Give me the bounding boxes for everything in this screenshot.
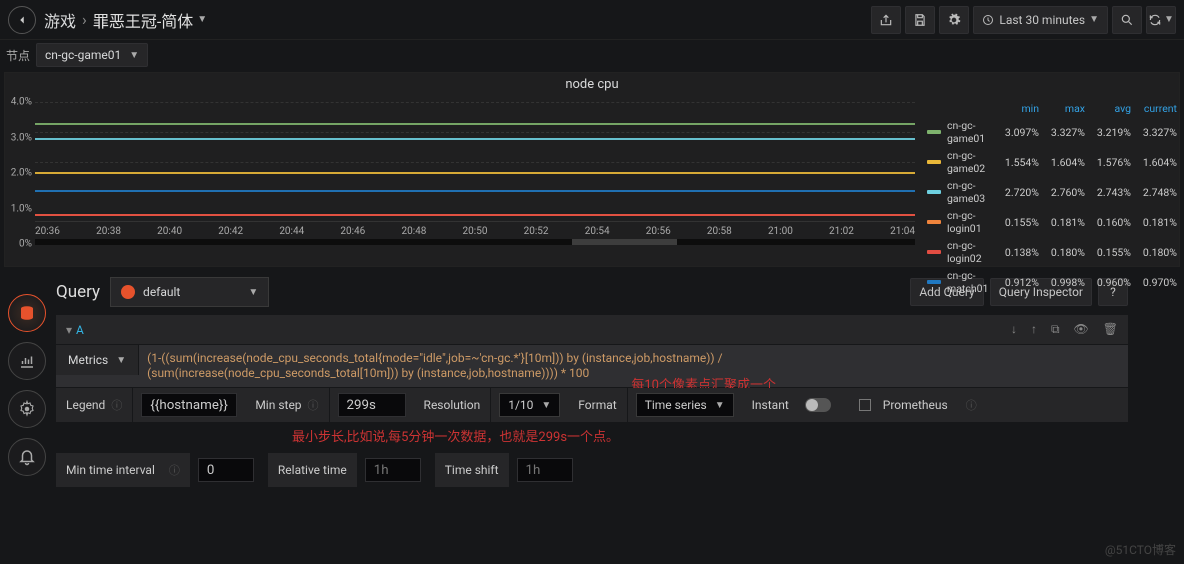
scrollbar-thumb[interactable]: [572, 239, 678, 245]
info-icon: ⓘ: [169, 462, 180, 478]
prometheus-icon: [121, 285, 135, 299]
share-icon: [879, 13, 893, 27]
min-time-interval-input[interactable]: [198, 458, 254, 482]
chart-legend: minmaxavgcurrent cn-gc-game013.097%3.327…: [915, 96, 1179, 266]
chevron-right-icon: ›: [82, 10, 87, 29]
refresh-icon: [1148, 13, 1162, 27]
save-icon: [913, 13, 927, 27]
min-time-interval-label: Min time intervalⓘ: [56, 453, 190, 487]
chevron-down-icon: ▼: [116, 355, 126, 366]
legend-row[interactable]: cn-gc-login010.155%0.181%0.160%0.181%: [927, 207, 1177, 237]
legend-header: minmaxavgcurrent: [927, 100, 1177, 117]
annotation-minstep: 最小步长,比如说,每5分钟一次数据，也就是299s一个点。: [292, 426, 1128, 445]
query-options-row: Legendⓘ Min stepⓘ Resolution 1/10▼ Forma…: [56, 388, 1128, 422]
resolution-label: Resolution: [414, 388, 492, 422]
instant-toggle[interactable]: [805, 398, 831, 412]
format-select[interactable]: Time series▼: [636, 393, 734, 417]
gear-icon: [947, 13, 961, 27]
delete-icon[interactable]: 🗑: [1103, 322, 1118, 337]
info-icon: ⓘ: [308, 397, 319, 413]
minstep-label: Min stepⓘ: [245, 388, 329, 422]
query-row-label: A: [76, 323, 84, 337]
metrics-button[interactable]: Metrics ▼: [56, 345, 139, 375]
prometheus-link[interactable]: Prometheus: [849, 388, 958, 422]
breadcrumb-root[interactable]: 游戏: [44, 8, 76, 32]
chart-icon: [18, 352, 36, 370]
gear-icon: [18, 400, 36, 418]
info-icon: ⓘ: [111, 397, 122, 413]
chevron-down-icon: ▾: [66, 323, 72, 337]
relative-time-input[interactable]: [365, 458, 421, 482]
legend-row[interactable]: cn-gc-game021.554%1.604%1.576%1.604%: [927, 147, 1177, 177]
panel-node-cpu: node cpu 4.0%3.0%2.0%1.0%0% 20:3620:3820…: [4, 72, 1180, 267]
chevron-down-icon: ▼: [1164, 14, 1174, 25]
info-icon[interactable]: ⓘ: [966, 397, 977, 413]
legend-row[interactable]: cn-gc-game032.720%2.760%2.743%2.748%: [927, 177, 1177, 207]
legend-label: Legendⓘ: [56, 388, 133, 422]
chart-grid: [35, 102, 915, 222]
rail-queries-button[interactable]: [8, 294, 46, 332]
chevron-down-icon: ▼: [1089, 14, 1099, 25]
page-title[interactable]: 罪恶王冠-简体: [93, 8, 193, 32]
query-editor: Query default ▼ Add Query Query Inspecto…: [56, 277, 1128, 487]
legend-row[interactable]: cn-gc-match010.912%0.998%0.960%0.970%: [927, 267, 1177, 297]
chart-plot[interactable]: 4.0%3.0%2.0%1.0%0% 20:3620:3820:4020:422…: [5, 96, 915, 266]
y-axis: 4.0%3.0%2.0%1.0%0%: [5, 102, 35, 244]
move-up-icon[interactable]: ↑: [1031, 322, 1037, 337]
relative-time-label: Relative time: [268, 453, 357, 487]
save-button[interactable]: [905, 6, 935, 34]
move-down-icon[interactable]: ↓: [1011, 322, 1017, 337]
time-shift-label: Time shift: [435, 453, 509, 487]
time-picker-label: Last 30 minutes: [999, 13, 1085, 27]
toggle-visibility-icon[interactable]: 👁: [1074, 322, 1089, 337]
legend-input[interactable]: [141, 393, 237, 417]
query-time-options: Min time intervalⓘ Relative time Time sh…: [56, 453, 1128, 487]
metrics-label: Metrics: [68, 353, 108, 367]
settings-button[interactable]: [939, 6, 969, 34]
chevron-down-icon: ▼: [129, 50, 139, 61]
var-node-picker[interactable]: cn-gc-game01 ▼: [36, 43, 148, 67]
legend-row[interactable]: cn-gc-game013.097%3.327%3.219%3.327%: [927, 117, 1177, 147]
back-button[interactable]: [8, 6, 36, 34]
rail-alert-button[interactable]: [8, 438, 46, 476]
rail-general-button[interactable]: [8, 390, 46, 428]
minstep-input[interactable]: [338, 393, 406, 417]
share-button[interactable]: [871, 6, 901, 34]
format-label: Format: [568, 388, 627, 422]
database-icon: [18, 304, 36, 322]
editor-side-rail: [8, 294, 46, 476]
var-node-value: cn-gc-game01: [45, 48, 121, 62]
external-link-icon: [859, 399, 871, 411]
time-shift-input[interactable]: [517, 458, 573, 482]
rail-visualization-button[interactable]: [8, 342, 46, 380]
time-picker[interactable]: Last 30 minutes ▼: [973, 6, 1108, 34]
watermark: @51CTO博客: [1105, 541, 1176, 558]
instant-label: Instant: [742, 388, 799, 422]
query-title: Query: [56, 282, 100, 302]
chevron-down-icon[interactable]: ▼: [197, 14, 207, 25]
datasource-name: default: [143, 285, 180, 299]
arrow-left-icon: [15, 13, 29, 27]
clock-icon: [982, 14, 994, 26]
zoom-out-button[interactable]: [1112, 6, 1142, 34]
metrics-row: Metrics ▼ (1-((sum(increase(node_cpu_sec…: [56, 345, 1128, 388]
var-label: 节点: [6, 47, 30, 64]
top-bar: 游戏 › 罪恶王冠-简体 ▼ Last 30 minutes ▼ ▼: [0, 0, 1184, 40]
datasource-picker[interactable]: default ▼: [110, 277, 269, 307]
resolution-select[interactable]: 1/10▼: [499, 393, 560, 417]
panel-title[interactable]: node cpu: [5, 73, 1179, 96]
duplicate-icon[interactable]: ⧉: [1051, 322, 1060, 337]
search-icon: [1120, 13, 1134, 27]
breadcrumb: 游戏 › 罪恶王冠-简体 ▼: [44, 8, 207, 32]
query-row-header[interactable]: ▾ A ↓ ↑ ⧉ 👁 🗑: [56, 315, 1128, 345]
refresh-button[interactable]: ▼: [1146, 6, 1176, 34]
legend-row[interactable]: cn-gc-login020.138%0.180%0.155%0.180%: [927, 237, 1177, 267]
variable-bar: 节点 cn-gc-game01 ▼: [0, 40, 1184, 70]
x-axis: 20:3620:3820:4020:4220:4420:4620:4820:50…: [35, 222, 915, 237]
chevron-down-icon: ▼: [248, 287, 258, 298]
bell-icon: [18, 448, 36, 466]
chart-scrollbar[interactable]: [35, 239, 915, 245]
